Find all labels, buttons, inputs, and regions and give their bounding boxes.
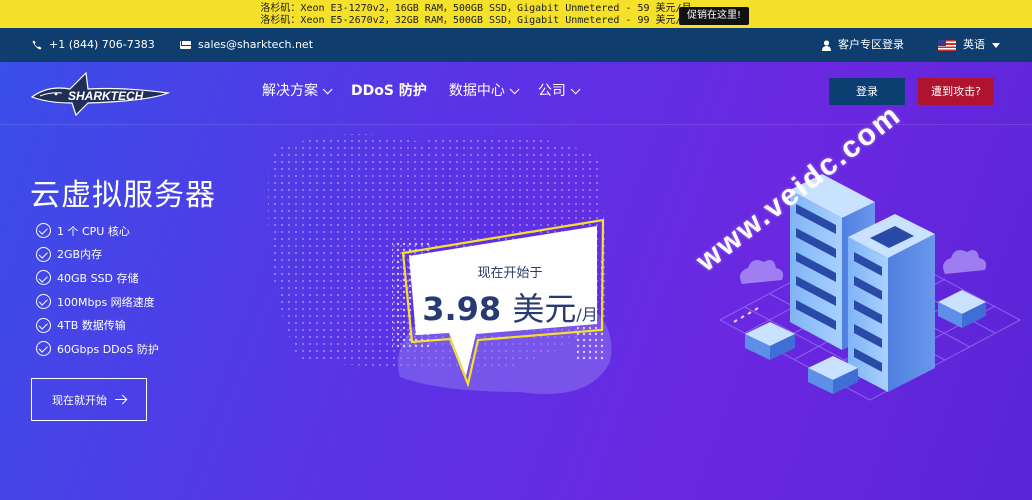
price-value: 3.98 [422,290,502,328]
chevron-down-icon [322,83,333,94]
mail-icon [180,41,191,49]
check-circle-icon [36,294,51,310]
language-selector[interactable]: 英语 [938,38,1000,52]
cta-label: 现在就开始 [52,393,107,407]
price-display: 3.98 美元/月 [410,284,610,330]
email-address: sales@sharktech.net [198,38,314,51]
phone-icon [32,40,42,50]
list-item: 40GB SSD 存储 [36,266,159,290]
nav-item-company[interactable]: 公司 [537,81,581,101]
list-item: 4TB 数据传输 [36,313,159,337]
promo-line-2: 洛杉矶：Xeon E5-2670v2，32GB RAM，500GB SSD，Gi… [260,14,692,26]
phone-link[interactable]: +1 (844) 706-7383 [32,38,155,52]
feature-text: 100Mbps 网络速度 [57,295,155,309]
phone-number: +1 (844) 706-7383 [49,38,155,51]
list-item: 1 个 CPU 核心 [36,219,159,243]
svg-text:SHARKTECH: SHARKTECH [68,89,144,103]
client-login-label: 客户专区登录 [838,38,904,51]
promo-text: 洛杉矶：Xeon E3-1270v2，16GB RAM，500GB SSD，Gi… [0,3,1032,26]
price-currency: 美元 [512,290,577,328]
feature-text: 40GB SSD 存储 [57,271,139,285]
hero-title: 云虚拟服务器 [30,178,216,213]
price-period: /月 [576,305,598,324]
chevron-down-icon [509,83,520,94]
nav-label: 公司 [537,83,566,99]
nav-label: DDoS 防护 [351,83,427,99]
list-item: 2GB内存 [36,243,159,267]
feature-text: 60Gbps DDoS 防护 [57,342,159,356]
list-item: 60Gbps DDoS 防护 [36,337,159,361]
arrow-right-icon [115,398,126,401]
client-login-link[interactable]: 客户专区登录 [822,38,904,52]
list-item: 100Mbps 网络速度 [36,290,159,314]
chevron-down-icon [570,83,581,94]
promo-bar: 洛杉矶：Xeon E3-1270v2，16GB RAM，500GB SSD，Gi… [0,0,1032,28]
top-info-bar: +1 (844) 706-7383 sales@sharktech.net 客户… [0,28,1032,62]
feature-text: 4TB 数据传输 [57,319,126,333]
nav-divider [0,124,1032,125]
user-icon [822,39,831,51]
nav-item-datacenter[interactable]: 数据中心 [448,81,520,101]
check-circle-icon [36,270,51,286]
check-circle-icon [36,223,51,239]
nav-label: 数据中心 [448,83,505,99]
caret-down-icon [992,42,1000,48]
check-circle-icon [36,246,51,262]
check-circle-icon [36,341,51,357]
us-flag-icon [938,39,956,51]
feature-text: 1 个 CPU 核心 [57,224,130,238]
get-started-button[interactable]: 现在就开始 [31,378,147,421]
nav-item-ddos[interactable]: DDoS 防护 [351,81,427,101]
feature-list: 1 个 CPU 核心 2GB内存 40GB SSD 存储 100Mbps 网络速… [36,219,159,361]
email-link[interactable]: sales@sharktech.net [180,38,313,52]
language-label: 英语 [963,38,985,51]
price-subtitle: 现在开始于 [477,266,543,281]
nav-label: 解决方案 [262,83,318,99]
under-attack-button[interactable]: 遭到攻击? [918,78,994,105]
check-circle-icon [36,317,51,333]
nav-item-solutions[interactable]: 解决方案 [262,81,333,101]
sharktech-logo[interactable]: SHARKTECH [28,67,173,117]
hero-section: SHARKTECH 解决方案 DDoS 防护 数据中心 公司 登录 遭到攻击? … [0,62,1032,500]
feature-text: 2GB内存 [57,248,103,262]
promo-line-1: 洛杉矶：Xeon E3-1270v2，16GB RAM，500GB SSD，Gi… [260,3,692,14]
promo-button[interactable]: 促销在这里! [679,7,749,25]
main-nav: 解决方案 DDoS 防护 数据中心 公司 [262,81,599,101]
